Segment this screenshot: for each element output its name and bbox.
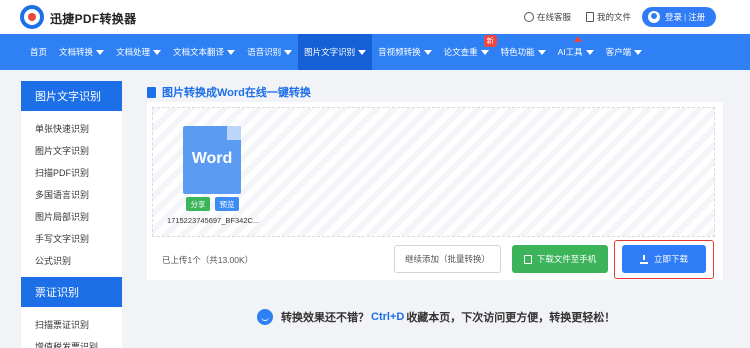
page-title-text: 图片转换成Word在线一键转换 bbox=[162, 87, 311, 99]
chevron-down-icon bbox=[423, 49, 432, 55]
sidebar-section-title: 票证识别 bbox=[21, 277, 122, 307]
chevron-down-icon bbox=[537, 49, 546, 55]
share-button[interactable]: 分享 bbox=[186, 197, 210, 211]
nav-item-label: 首页 bbox=[30, 47, 48, 57]
sidebar-item[interactable]: 单张快速识别 bbox=[21, 117, 122, 139]
my-files-label: 我的文件 bbox=[597, 12, 632, 22]
sidebar-section-title: 图片文字识别 bbox=[21, 81, 122, 111]
user-avatar-icon bbox=[648, 11, 660, 23]
chevron-down-icon bbox=[480, 49, 489, 55]
customer-service-link[interactable]: 在线客服 bbox=[524, 11, 571, 23]
nav-item-label: 图片文字识别 bbox=[304, 47, 356, 57]
nav-item[interactable]: 图片文字识别 bbox=[298, 34, 373, 70]
file-type-label: Word bbox=[191, 150, 233, 167]
sidebar-item[interactable]: 图片文字识别 bbox=[21, 139, 122, 161]
file-fold bbox=[227, 126, 241, 140]
download-now-button[interactable]: 立即下载 bbox=[622, 245, 706, 273]
download-now-label: 立即下载 bbox=[653, 254, 688, 264]
nav-item-label: 论文查重 bbox=[443, 47, 478, 57]
nav-item[interactable]: 文档文本翻译 bbox=[167, 34, 241, 70]
login-label[interactable]: 登录 bbox=[665, 11, 682, 23]
word-file-icon: Word bbox=[183, 126, 241, 194]
sidebar-item[interactable]: 扫描PDF识别 bbox=[21, 161, 122, 183]
register-label[interactable]: 注册 bbox=[688, 11, 705, 23]
continue-add-button[interactable]: 继续添加（批量转换） bbox=[394, 245, 501, 273]
nav-item[interactable]: 首页 bbox=[24, 34, 53, 70]
nav-item-label: 音视频转换 bbox=[378, 47, 421, 57]
tip-text-1: 转换效果还不错？ bbox=[281, 312, 369, 324]
sidebar-item[interactable]: 多国语言识别 bbox=[21, 183, 122, 205]
file-icon bbox=[147, 86, 156, 98]
nav-item[interactable]: 客户端 bbox=[600, 34, 649, 70]
tip-shortcut: Ctrl+D bbox=[371, 311, 405, 323]
nav-item-label: 文档转换 bbox=[59, 47, 94, 57]
chevron-down-icon bbox=[634, 49, 643, 55]
customer-service-label: 在线客服 bbox=[537, 12, 572, 22]
nav-item[interactable]: 文档转换 bbox=[53, 34, 110, 70]
chevron-down-icon bbox=[227, 49, 236, 55]
nav-item[interactable]: 音视频转换 bbox=[372, 34, 438, 70]
sidebar-item[interactable]: 图片局部识别 bbox=[21, 205, 122, 227]
tip-text-2: 收藏本页，下次访问更方便，转换更轻松！ bbox=[406, 312, 616, 324]
file-name: 1715223745697_BF342C... bbox=[167, 216, 260, 225]
conversion-panel: Word 分享 预览 1715223745697_BF342C... 已上传1个… bbox=[147, 102, 723, 280]
upload-status: 已上传1个（共13.00K） bbox=[162, 255, 254, 265]
download-to-phone-label: 下载文件至手机 bbox=[536, 254, 597, 264]
separator: | bbox=[684, 12, 687, 22]
nav-item-label: 文档处理 bbox=[116, 47, 151, 57]
my-files-link[interactable]: 我的文件 bbox=[586, 11, 631, 23]
sidebar: 图片文字识别 单张快速识别 图片文字识别 扫描PDF识别 多国语言识别 图片局部识别 手写… bbox=[21, 81, 122, 348]
top-header: 迅捷PDF转换器 在线客服 我的文件 登录 | 注册 bbox=[0, 0, 750, 34]
upload-dropzone[interactable]: Word 分享 预览 1715223745697_BF342C... bbox=[152, 107, 715, 237]
document-icon bbox=[586, 12, 594, 22]
nav-item-label: 文档文本翻译 bbox=[173, 47, 225, 57]
hot-marker-icon bbox=[573, 36, 582, 42]
chevron-down-icon bbox=[96, 49, 105, 55]
chevron-down-icon bbox=[153, 49, 162, 55]
nav-item[interactable]: 特色功能 bbox=[495, 34, 552, 70]
page-title: 图片转换成Word在线一键转换 bbox=[147, 84, 311, 100]
nav-item-label: 客户端 bbox=[605, 47, 632, 57]
chevron-down-icon bbox=[284, 49, 293, 55]
nav-item[interactable]: AI工具 bbox=[552, 34, 600, 70]
chevron-down-icon bbox=[585, 49, 594, 55]
download-to-phone-button[interactable]: 下载文件至手机 bbox=[512, 245, 608, 273]
nav-item[interactable]: 论文查重新 bbox=[438, 34, 497, 70]
sidebar-item[interactable]: 公式识别 bbox=[21, 249, 122, 271]
nav-item[interactable]: 语音识别 bbox=[241, 34, 298, 70]
nav-item-label: AI工具 bbox=[557, 47, 583, 57]
download-icon bbox=[639, 254, 648, 264]
main-nav: 首页 文档转换 文档处理 文档文本翻译 语音识别 图片文字识别 音视频转换 论文查重新特色功能… bbox=[0, 34, 750, 70]
headset-icon bbox=[524, 12, 534, 22]
sidebar-item[interactable]: 增值税发票识别 bbox=[21, 335, 122, 348]
nav-item[interactable]: 文档处理 bbox=[110, 34, 167, 70]
sidebar-item[interactable]: 手写文字识别 bbox=[21, 227, 122, 249]
nav-item-label: 语音识别 bbox=[247, 47, 282, 57]
brand-name[interactable]: 迅捷PDF转换器 bbox=[50, 10, 136, 27]
login-register-button[interactable]: 登录 | 注册 bbox=[642, 7, 716, 27]
smile-icon bbox=[257, 309, 273, 325]
nav-item-label: 特色功能 bbox=[500, 47, 535, 57]
sidebar-item[interactable]: 扫描票证识别 bbox=[21, 313, 122, 335]
bookmark-tip: 转换效果还不错？ Ctrl+D 收藏本页，下次访问更方便，转换更轻松！ bbox=[257, 309, 615, 325]
preview-button[interactable]: 预览 bbox=[215, 197, 239, 211]
phone-icon bbox=[523, 254, 532, 264]
chevron-down-icon bbox=[358, 49, 367, 55]
logo-icon[interactable] bbox=[20, 5, 44, 29]
